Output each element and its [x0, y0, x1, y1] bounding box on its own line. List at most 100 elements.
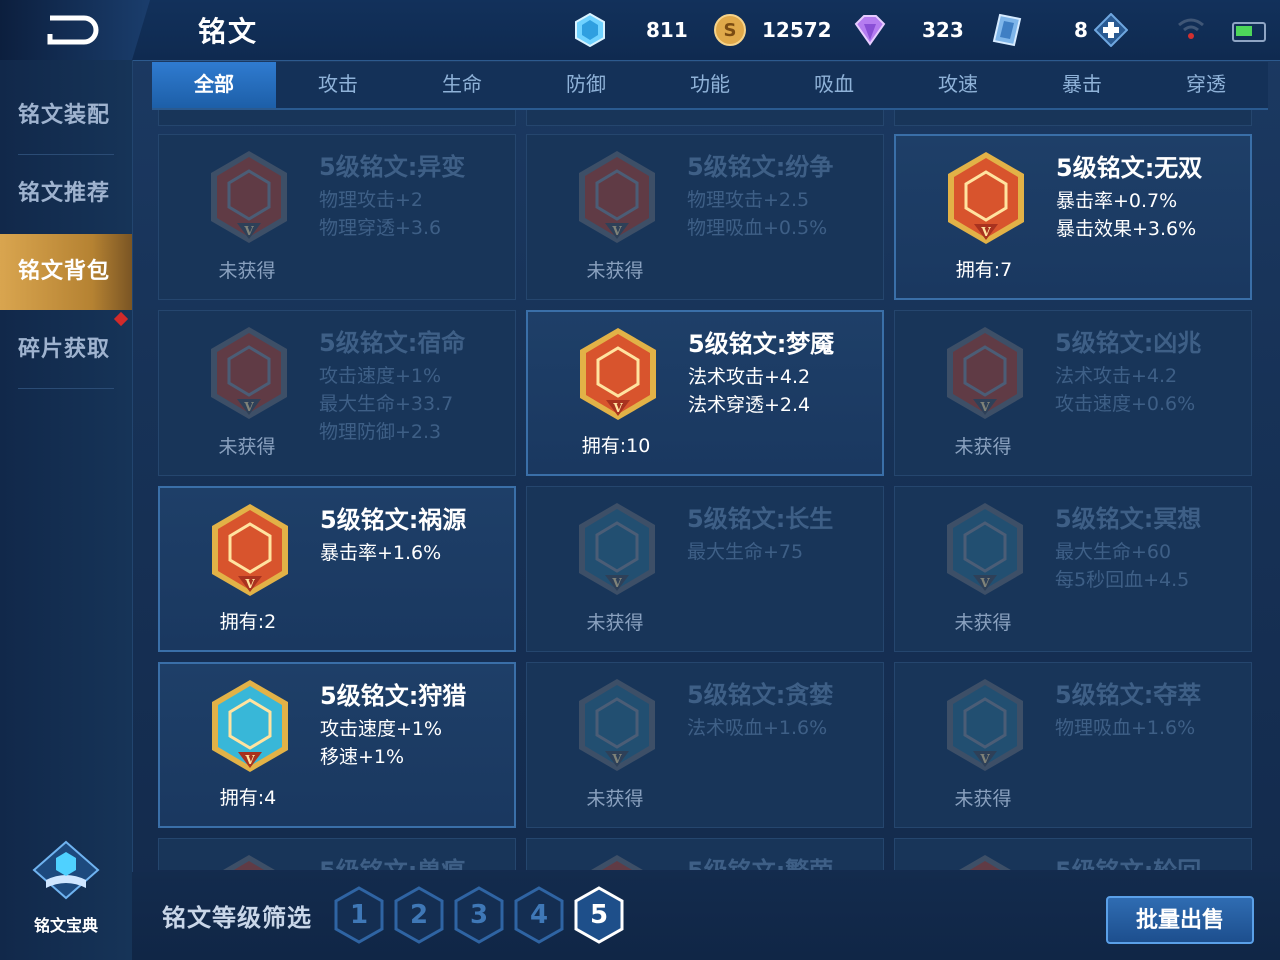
fragment-resource: 8 — [992, 12, 1128, 48]
inscription-emblem-icon: V — [947, 327, 1023, 419]
inscription-name: 5级铭文:轮回 — [1055, 851, 1201, 870]
sidebar-item-inscription-bag[interactable]: 铭文背包 — [0, 234, 132, 310]
inscription-card-partial[interactable] — [158, 110, 516, 126]
tab-utility[interactable]: 功能 — [648, 62, 772, 108]
level-filter-1[interactable]: 1 — [334, 886, 384, 944]
back-arrow-icon — [47, 15, 99, 45]
inscription-emblem-icon: V — [591, 855, 643, 870]
inscription-emblem-icon: V — [948, 152, 1024, 244]
inscription-emblem-icon: V — [947, 679, 1023, 771]
sidebar-item-fragment-obtain[interactable]: 碎片获取 — [0, 312, 132, 388]
inscription-emblem-icon: V — [579, 503, 655, 595]
inscription-attribute: 物理吸血+1.6% — [1055, 717, 1196, 739]
diamond-crystal-icon — [575, 13, 605, 47]
inscription-card[interactable]: V 5级铭文:夺萃 物理吸血+1.6% 未获得 — [894, 662, 1252, 828]
gem-resource: 323 — [852, 12, 964, 48]
inscription-attribute: 攻击速度+1% — [320, 718, 443, 740]
svg-text:S: S — [724, 20, 737, 41]
tab-penetration[interactable]: 穿透 — [1144, 62, 1268, 108]
inscription-attribute: 物理穿透+3.6 — [319, 217, 442, 239]
codex-label: 铭文宝典 — [33, 916, 98, 935]
inscription-card[interactable]: V 5级铭文:纷争 物理攻击+2.5 物理吸血+0.5% 未获得 — [526, 134, 884, 300]
tab-health[interactable]: 生命 — [400, 62, 524, 108]
inscription-grid: V 5级铭文:异变 物理攻击+2 物理穿透+3.6 未获得 V 5级铭文:纷争 物理攻击+2.… — [152, 110, 1268, 870]
inscription-card[interactable]: V 5级铭文:异变 物理攻击+2 物理穿透+3.6 未获得 — [158, 134, 516, 300]
svg-text:V: V — [979, 752, 990, 766]
inscription-name: 5级铭文:夺萃 — [1055, 681, 1202, 709]
inscription-name: 5级铭文:贪婪 — [687, 681, 834, 709]
sidebar-divider — [18, 388, 114, 389]
level-filter-label: 铭文等级筛选 — [162, 904, 312, 932]
tab-defense[interactable]: 防御 — [524, 62, 648, 108]
inscription-card[interactable]: V 5级铭文:贪婪 法术吸血+1.6% 未获得 — [526, 662, 884, 828]
inscription-attribute: 物理攻击+2 — [319, 189, 424, 211]
inscription-card[interactable]: V 5级铭文:长生 最大生命+75 未获得 — [526, 486, 884, 652]
inscription-attribute: 最大生命+33.7 — [319, 393, 454, 415]
inscription-name: 5级铭文:兽痕 — [319, 851, 465, 870]
inscription-attribute: 物理防御+2.3 — [319, 421, 442, 443]
sidebar-divider — [18, 154, 114, 155]
inscription-emblem-icon: V — [211, 327, 287, 419]
inscription-emblem-icon: V — [579, 679, 655, 771]
wifi-icon — [1178, 18, 1204, 39]
top-bar: 铭文 811 S 12572 323 8 — [0, 0, 1280, 61]
tab-crit[interactable]: 暴击 — [1020, 62, 1144, 108]
inscription-card[interactable]: V 5级铭文:祸源 暴击率+1.6% 拥有:2 — [158, 486, 516, 652]
inscription-emblem-icon: V — [947, 503, 1023, 595]
level-filter-3[interactable]: 3 — [454, 886, 504, 944]
inscription-name: 5级铭文:狩猎 — [320, 682, 467, 710]
tab-attack[interactable]: 攻击 — [276, 62, 400, 108]
ownership-status: 未获得 — [586, 788, 644, 810]
svg-text:V: V — [979, 400, 990, 414]
inscription-attribute: 攻击速度+1% — [319, 365, 442, 387]
back-button[interactable] — [0, 0, 150, 60]
svg-text:V: V — [243, 400, 254, 414]
inscription-codex-button[interactable]: 铭文宝典 — [28, 840, 104, 936]
ownership-status: 未获得 — [218, 436, 276, 458]
add-plus-icon[interactable] — [1093, 13, 1128, 47]
svg-text:V: V — [980, 225, 991, 239]
inscription-card[interactable]: V 5级铭文:轮回 — [894, 838, 1252, 870]
battery-icon — [1232, 22, 1266, 42]
level-filter-2[interactable]: 2 — [394, 886, 444, 944]
inscription-card[interactable]: V 5级铭文:繁荣 — [526, 838, 884, 870]
inscription-name: 5级铭文:冥想 — [1055, 505, 1202, 533]
inscription-card[interactable]: V 5级铭文:宿命攻击速度+1% 最大生命+33.7 物理防御+2.3 未获得 — [158, 310, 516, 476]
diamond-resource: 811 — [574, 12, 688, 48]
inscription-card[interactable]: V 5级铭文:狩猎 攻击速度+1% 移速+1% 拥有:4 — [158, 662, 516, 828]
inscription-name: 5级铭文:宿命 — [319, 329, 466, 357]
sidebar-item-inscription-equip[interactable]: 铭文装配 — [0, 78, 132, 154]
batch-sell-button[interactable]: 批量出售 — [1106, 896, 1254, 944]
inscription-attribute: 法术攻击+4.2 — [688, 366, 811, 388]
ownership-status: 未获得 — [954, 436, 1012, 458]
inscription-name: 5级铭文:无双 — [1056, 154, 1203, 182]
inscription-card[interactable]: V 5级铭文:凶兆 法术攻击+4.2 攻击速度+0.6% 未获得 — [894, 310, 1252, 476]
svg-text:V: V — [611, 752, 622, 766]
level-filter-5[interactable]: 5 — [574, 886, 624, 944]
tab-all[interactable]: 全部 — [152, 62, 276, 108]
inscription-attribute: 法术攻击+4.2 — [1055, 365, 1178, 387]
tab-attack-speed[interactable]: 攻速 — [896, 62, 1020, 108]
purple-gem-icon — [854, 15, 886, 46]
inscription-name: 5级铭文:长生 — [687, 505, 834, 533]
inscription-card-partial[interactable] — [894, 110, 1252, 126]
inscription-card[interactable]: V 5级铭文:梦魇 法术攻击+4.2 法术穿透+2.4 拥有:10 — [526, 310, 884, 476]
ownership-status: 未获得 — [586, 260, 644, 282]
inscription-card-partial[interactable] — [526, 110, 884, 126]
inscription-attribute: 移速+1% — [320, 746, 405, 768]
svg-text:V: V — [979, 576, 990, 590]
svg-text:V: V — [243, 224, 254, 238]
inscription-attribute: 物理攻击+2.5 — [687, 189, 810, 211]
inscription-card[interactable]: V 5级铭文:兽痕 — [158, 838, 516, 870]
sidebar-item-inscription-recommend[interactable]: 铭文推荐 — [0, 156, 132, 232]
ownership-status: 未获得 — [218, 260, 276, 282]
level-number: 5 — [589, 900, 609, 930]
inscription-emblem-icon: V — [223, 855, 275, 870]
inscription-card[interactable]: V 5级铭文:无双 暴击率+0.7% 暴击效果+3.6% 拥有:7 — [894, 134, 1252, 300]
level-filter-4[interactable]: 4 — [514, 886, 564, 944]
inscription-fragment-icon — [992, 13, 1022, 47]
inscription-card[interactable]: V 5级铭文:冥想 最大生命+60 每5秒回血+4.5 未获得 — [894, 486, 1252, 652]
inscription-emblem-icon: V — [580, 328, 656, 420]
ownership-status: 未获得 — [954, 612, 1012, 634]
tab-lifesteal[interactable]: 吸血 — [772, 62, 896, 108]
